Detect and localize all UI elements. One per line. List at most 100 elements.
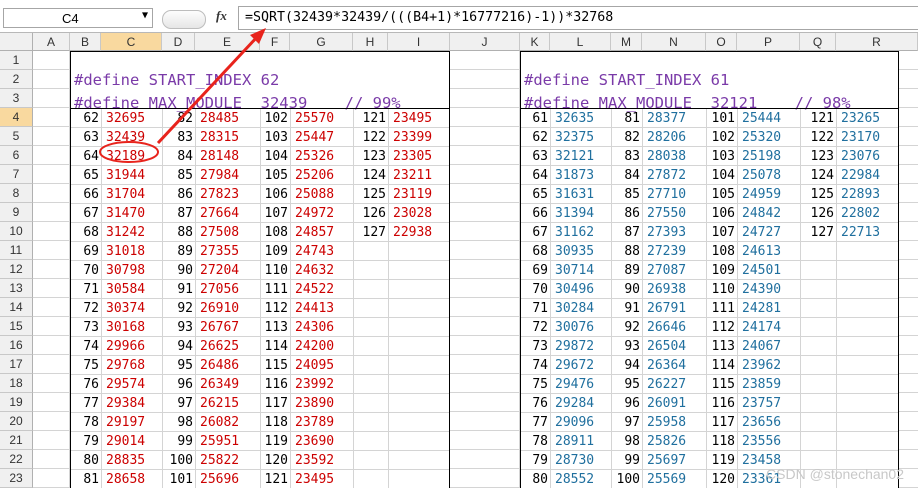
value-cell[interactable]: 29197 bbox=[106, 413, 161, 432]
value-cell[interactable]: 23656 bbox=[742, 413, 799, 432]
value-cell[interactable]: 28148 bbox=[200, 147, 259, 166]
index-cell[interactable]: 63 bbox=[521, 147, 548, 166]
value-cell[interactable]: 25697 bbox=[647, 451, 705, 470]
index-cell[interactable]: 109 bbox=[707, 261, 735, 280]
value-cell[interactable]: 27393 bbox=[647, 223, 705, 242]
value-cell[interactable]: 23495 bbox=[393, 109, 449, 128]
column-header-j[interactable]: J bbox=[450, 33, 520, 51]
index-cell[interactable]: 78 bbox=[521, 432, 548, 451]
index-cell[interactable]: 86 bbox=[163, 185, 193, 204]
value-cell[interactable]: 25696 bbox=[200, 470, 259, 488]
index-cell[interactable]: 97 bbox=[612, 413, 640, 432]
column-header-h[interactable]: H bbox=[353, 33, 388, 51]
index-cell[interactable]: 100 bbox=[163, 451, 193, 470]
index-cell[interactable]: 62 bbox=[521, 128, 548, 147]
spreadsheet-grid[interactable]: ABCDEFGHIJKLMNOPQR 1 2 3 4 5 6 7 8 9 10 11 12 13 14 15… bbox=[0, 33, 918, 488]
value-cell[interactable]: 29384 bbox=[106, 394, 161, 413]
index-cell[interactable]: 73 bbox=[71, 318, 99, 337]
value-cell[interactable]: 31704 bbox=[106, 185, 161, 204]
index-cell[interactable]: 121 bbox=[801, 109, 834, 128]
index-cell[interactable]: 95 bbox=[612, 375, 640, 394]
value-cell[interactable]: 30284 bbox=[555, 299, 610, 318]
index-cell[interactable]: 86 bbox=[612, 204, 640, 223]
index-cell[interactable]: 126 bbox=[354, 204, 386, 223]
value-cell[interactable]: 23305 bbox=[393, 147, 449, 166]
value-cell[interactable]: 27872 bbox=[647, 166, 705, 185]
value-cell[interactable]: 26504 bbox=[647, 337, 705, 356]
value-cell[interactable]: 24306 bbox=[295, 318, 352, 337]
index-cell[interactable]: 89 bbox=[612, 261, 640, 280]
index-cell[interactable]: 108 bbox=[707, 242, 735, 261]
value-cell[interactable]: 26646 bbox=[647, 318, 705, 337]
value-cell[interactable]: 25569 bbox=[647, 470, 705, 488]
column-header-i[interactable]: I bbox=[388, 33, 450, 51]
index-cell[interactable]: 107 bbox=[261, 204, 288, 223]
value-cell[interactable]: 31162 bbox=[555, 223, 610, 242]
index-cell[interactable]: 119 bbox=[261, 432, 288, 451]
index-cell[interactable]: 71 bbox=[71, 280, 99, 299]
value-cell[interactable]: 23962 bbox=[742, 356, 799, 375]
value-cell[interactable]: 23028 bbox=[393, 204, 449, 223]
index-cell[interactable]: 115 bbox=[261, 356, 288, 375]
index-cell[interactable]: 105 bbox=[707, 185, 735, 204]
value-cell[interactable]: 30798 bbox=[106, 261, 161, 280]
index-cell[interactable]: 122 bbox=[354, 128, 386, 147]
value-cell[interactable]: 27508 bbox=[200, 223, 259, 242]
index-cell[interactable]: 103 bbox=[707, 147, 735, 166]
value-cell[interactable]: 24522 bbox=[295, 280, 352, 299]
index-cell[interactable]: 101 bbox=[707, 109, 735, 128]
column-header-m[interactable]: M bbox=[611, 33, 642, 51]
value-cell[interactable]: 27984 bbox=[200, 166, 259, 185]
value-cell[interactable]: 24632 bbox=[295, 261, 352, 280]
index-cell[interactable]: 85 bbox=[612, 185, 640, 204]
value-cell[interactable]: 25088 bbox=[295, 185, 352, 204]
value-cell[interactable]: 25822 bbox=[200, 451, 259, 470]
index-cell[interactable]: 73 bbox=[521, 337, 548, 356]
select-all-corner[interactable] bbox=[0, 33, 33, 51]
index-cell[interactable]: 114 bbox=[261, 337, 288, 356]
index-cell[interactable]: 75 bbox=[521, 375, 548, 394]
column-header-g[interactable]: G bbox=[290, 33, 353, 51]
index-cell[interactable]: 90 bbox=[163, 261, 193, 280]
index-cell[interactable]: 65 bbox=[521, 185, 548, 204]
value-cell[interactable]: 22893 bbox=[841, 185, 898, 204]
value-cell[interactable]: 29014 bbox=[106, 432, 161, 451]
column-header-e[interactable]: E bbox=[195, 33, 260, 51]
index-cell[interactable]: 123 bbox=[801, 147, 834, 166]
index-cell[interactable]: 85 bbox=[163, 166, 193, 185]
value-cell[interactable]: 23119 bbox=[393, 185, 449, 204]
index-cell[interactable]: 103 bbox=[261, 128, 288, 147]
index-cell[interactable]: 122 bbox=[801, 128, 834, 147]
column-header-o[interactable]: O bbox=[706, 33, 737, 51]
value-cell[interactable]: 31631 bbox=[555, 185, 610, 204]
value-cell[interactable]: 23265 bbox=[841, 109, 898, 128]
value-cell[interactable]: 28485 bbox=[200, 109, 259, 128]
index-cell[interactable]: 104 bbox=[261, 147, 288, 166]
index-cell[interactable]: 76 bbox=[71, 375, 99, 394]
value-cell[interactable]: 27355 bbox=[200, 242, 259, 261]
value-cell[interactable]: 26364 bbox=[647, 356, 705, 375]
value-cell[interactable]: 28658 bbox=[106, 470, 161, 488]
index-cell[interactable]: 82 bbox=[163, 109, 193, 128]
index-cell[interactable]: 92 bbox=[163, 299, 193, 318]
index-cell[interactable]: 111 bbox=[261, 280, 288, 299]
index-cell[interactable]: 118 bbox=[707, 432, 735, 451]
index-cell[interactable]: 77 bbox=[71, 394, 99, 413]
column-header-c[interactable]: C bbox=[101, 33, 162, 51]
index-cell[interactable]: 100 bbox=[612, 470, 640, 488]
row-header-14[interactable]: 14 bbox=[0, 298, 33, 317]
value-cell[interactable]: 27204 bbox=[200, 261, 259, 280]
index-cell[interactable]: 72 bbox=[71, 299, 99, 318]
index-cell[interactable]: 91 bbox=[612, 299, 640, 318]
row-header-6[interactable]: 6 bbox=[0, 146, 33, 165]
index-cell[interactable]: 64 bbox=[521, 166, 548, 185]
value-cell[interactable]: 28552 bbox=[555, 470, 610, 488]
value-cell[interactable]: 23992 bbox=[295, 375, 352, 394]
value-cell[interactable]: 23789 bbox=[295, 413, 352, 432]
index-cell[interactable]: 87 bbox=[612, 223, 640, 242]
column-header-b[interactable]: B bbox=[70, 33, 101, 51]
index-cell[interactable]: 71 bbox=[521, 299, 548, 318]
index-cell[interactable]: 70 bbox=[521, 280, 548, 299]
value-cell[interactable]: 24743 bbox=[295, 242, 352, 261]
index-cell[interactable]: 107 bbox=[707, 223, 735, 242]
